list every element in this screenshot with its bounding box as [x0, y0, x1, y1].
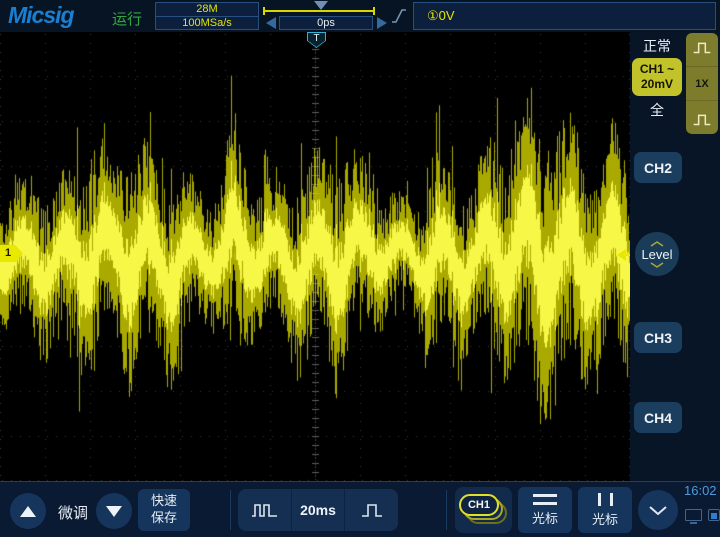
triangle-up-icon	[20, 506, 36, 517]
trigger-slope-icon[interactable]	[391, 7, 407, 25]
probe-attenuation-value: 1X	[695, 78, 708, 90]
bottom-bar: 微调 快速 保存 20ms	[0, 481, 720, 537]
display-icon[interactable]	[685, 509, 702, 521]
divider	[446, 490, 447, 530]
level-button[interactable]: Level	[635, 232, 679, 276]
right-sidebar: 正常 CH1 ~ 20mV 全 1X CH2 Level	[630, 32, 720, 481]
horizontal-cursor-button[interactable]: 光标	[518, 487, 572, 533]
collapse-menu-button[interactable]	[638, 490, 678, 530]
quick-save-button[interactable]: 快速 保存	[138, 489, 190, 531]
timebase-value[interactable]: 20ms	[291, 489, 345, 531]
single-pulse-icon	[360, 502, 384, 518]
micsig-logo: Micsig	[8, 2, 74, 29]
timebase-zoom-in-button[interactable]	[238, 489, 291, 531]
trigger-position-marker-icon[interactable]	[314, 1, 328, 10]
clock: 16:02	[684, 483, 717, 498]
chevron-down-icon	[649, 506, 667, 515]
memory-depth: 28M	[156, 3, 258, 16]
quick-save-line2: 保存	[151, 510, 177, 527]
chevron-down-icon	[650, 262, 664, 268]
trigger-level-box[interactable]: ①0V	[413, 2, 716, 30]
timebase-zoom-out-button[interactable]	[344, 489, 398, 531]
divider	[230, 490, 231, 530]
ch4-button[interactable]: CH4	[634, 402, 682, 433]
probe-attenuation-strip[interactable]: 1X	[686, 33, 718, 134]
pulse-train-icon	[251, 502, 278, 518]
scale-up-button[interactable]	[10, 493, 46, 529]
status-icons	[685, 509, 720, 521]
waveform-canvas	[0, 32, 630, 481]
vertical-cursors-icon	[598, 493, 613, 506]
active-channel-label: CH1	[459, 494, 499, 516]
ch1-scale-value: 20mV	[641, 77, 673, 92]
active-channel-button[interactable]: CH1	[455, 487, 512, 533]
horizontal-cursors-icon	[533, 494, 557, 505]
timebase-control: 20ms	[238, 489, 398, 531]
scale-down-button[interactable]	[96, 493, 132, 529]
fine-adjust-label: 微调	[50, 502, 96, 523]
run-status[interactable]: 运行	[112, 8, 142, 29]
pulse-down-icon	[692, 112, 712, 127]
pan-left-icon[interactable]	[266, 17, 276, 29]
divider	[686, 100, 718, 101]
ch1-bandwidth-label[interactable]: 全	[630, 100, 684, 120]
vertical-cursor-label: 光标	[592, 509, 618, 528]
storage-icon[interactable]	[708, 509, 720, 521]
quick-save-line1: 快速	[151, 493, 177, 510]
ch1-scale-badge[interactable]: CH1 ~ 20mV	[632, 58, 682, 96]
acquisition-info-box[interactable]: 28M 100MSa/s	[155, 2, 259, 30]
trigger-mode-label[interactable]: 正常	[630, 36, 684, 56]
divider	[686, 66, 718, 67]
trigger-level-arrow-icon[interactable]	[617, 249, 630, 262]
top-bar: Micsig 运行 28M 100MSa/s 0ps ①0V	[0, 0, 720, 32]
trigger-position-slider[interactable]	[263, 10, 375, 12]
horizontal-cursor-label: 光标	[532, 508, 558, 527]
ch3-button[interactable]: CH3	[634, 322, 682, 353]
vertical-cursor-button[interactable]: 光标	[578, 487, 632, 533]
pan-right-icon[interactable]	[377, 17, 387, 29]
ch1-coupling-label: CH1 ~	[640, 62, 674, 77]
pulse-up-icon	[692, 40, 712, 55]
triangle-down-icon	[106, 506, 122, 517]
ch2-button[interactable]: CH2	[634, 152, 682, 183]
timebase-value-label: 20ms	[300, 502, 336, 518]
oscilloscope-app: Micsig 运行 28M 100MSa/s 0ps ①0V T 1 正常	[0, 0, 720, 537]
sample-rate: 100MSa/s	[156, 17, 258, 30]
waveform-display[interactable]: T 1	[0, 32, 630, 481]
level-button-label: Level	[641, 247, 672, 262]
trigger-position-value[interactable]: 0ps	[279, 16, 373, 30]
